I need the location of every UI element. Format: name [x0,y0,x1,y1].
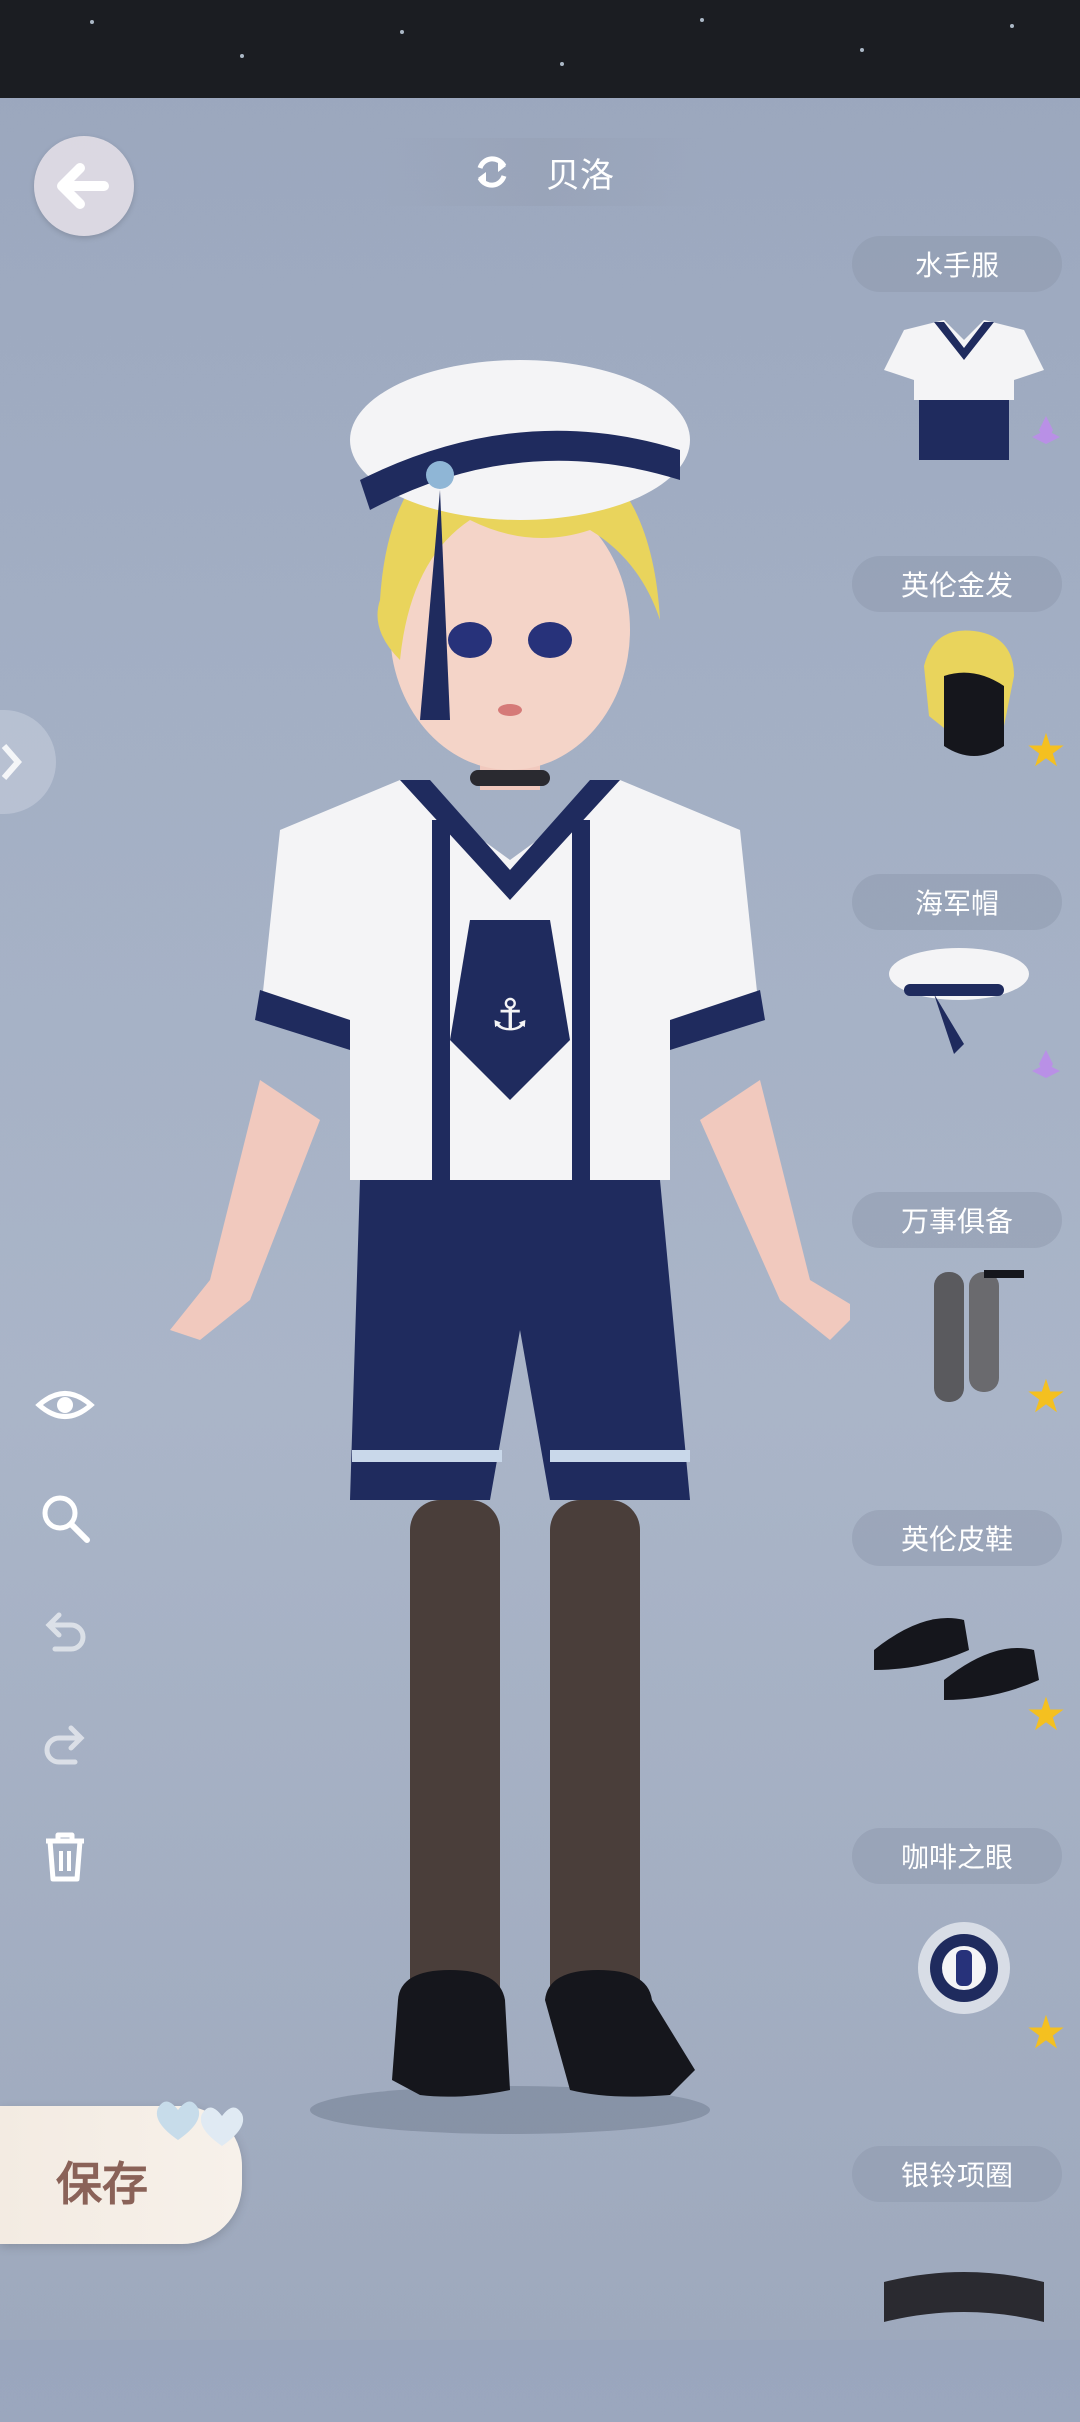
navy-hat-thumbnail [889,948,1060,1078]
bell-collar-thumbnail [884,2272,1044,2322]
swap-icon [477,156,507,188]
redo-icon [44,1725,85,1765]
item-label: 咖啡之眼 [852,1828,1062,1884]
svg-text:★: ★ [1025,1687,1064,1740]
svg-text:★: ★ [1025,723,1064,777]
zoom-icon [42,1495,90,1543]
toggle-visibility-button[interactable] [30,1370,100,1440]
undo-button[interactable] [30,1596,100,1666]
item-label: 英伦金发 [852,556,1062,612]
item-label: 银铃项圈 [852,2146,1062,2202]
zoom-button[interactable] [30,1483,100,1553]
delete-button[interactable] [30,1822,100,1892]
item-label: 万事俱备 [852,1192,1062,1248]
chevron-right-icon [1,744,22,780]
character-preview[interactable]: ⚓ [170,300,850,2180]
svg-text:★: ★ [1025,1369,1064,1422]
eye-icon [35,1391,95,1419]
character-name: 贝洛 [546,155,614,196]
svg-text:★: ★ [1025,2005,1064,2058]
character-title-bar[interactable]: 贝洛 [378,138,708,206]
svg-text:⚓: ⚓ [490,990,529,1041]
coffee-eyes-thumbnail: ★ [918,1922,1064,2058]
side-panel-toggle[interactable] [0,710,56,814]
socks-thumbnail: ★ [934,1270,1064,1422]
leather-shoes-thumbnail: ★ [874,1618,1064,1740]
redo-button[interactable] [30,1709,100,1779]
tool-column [30,1370,100,1935]
status-bar [0,0,1080,98]
back-button[interactable] [34,136,134,236]
undo-icon [45,1612,86,1652]
back-arrow-icon [57,163,109,209]
sailor-shirt-thumbnail [884,320,1060,460]
heart-ribbon-decoration [156,2101,244,2146]
item-label: 水手服 [852,236,1062,292]
item-label: 海军帽 [852,874,1062,930]
item-label: 英伦皮鞋 [852,1510,1062,1566]
blonde-hair-thumbnail: ★ [924,630,1064,777]
save-label: 保存 [56,2157,148,2211]
trash-icon [46,1832,84,1882]
